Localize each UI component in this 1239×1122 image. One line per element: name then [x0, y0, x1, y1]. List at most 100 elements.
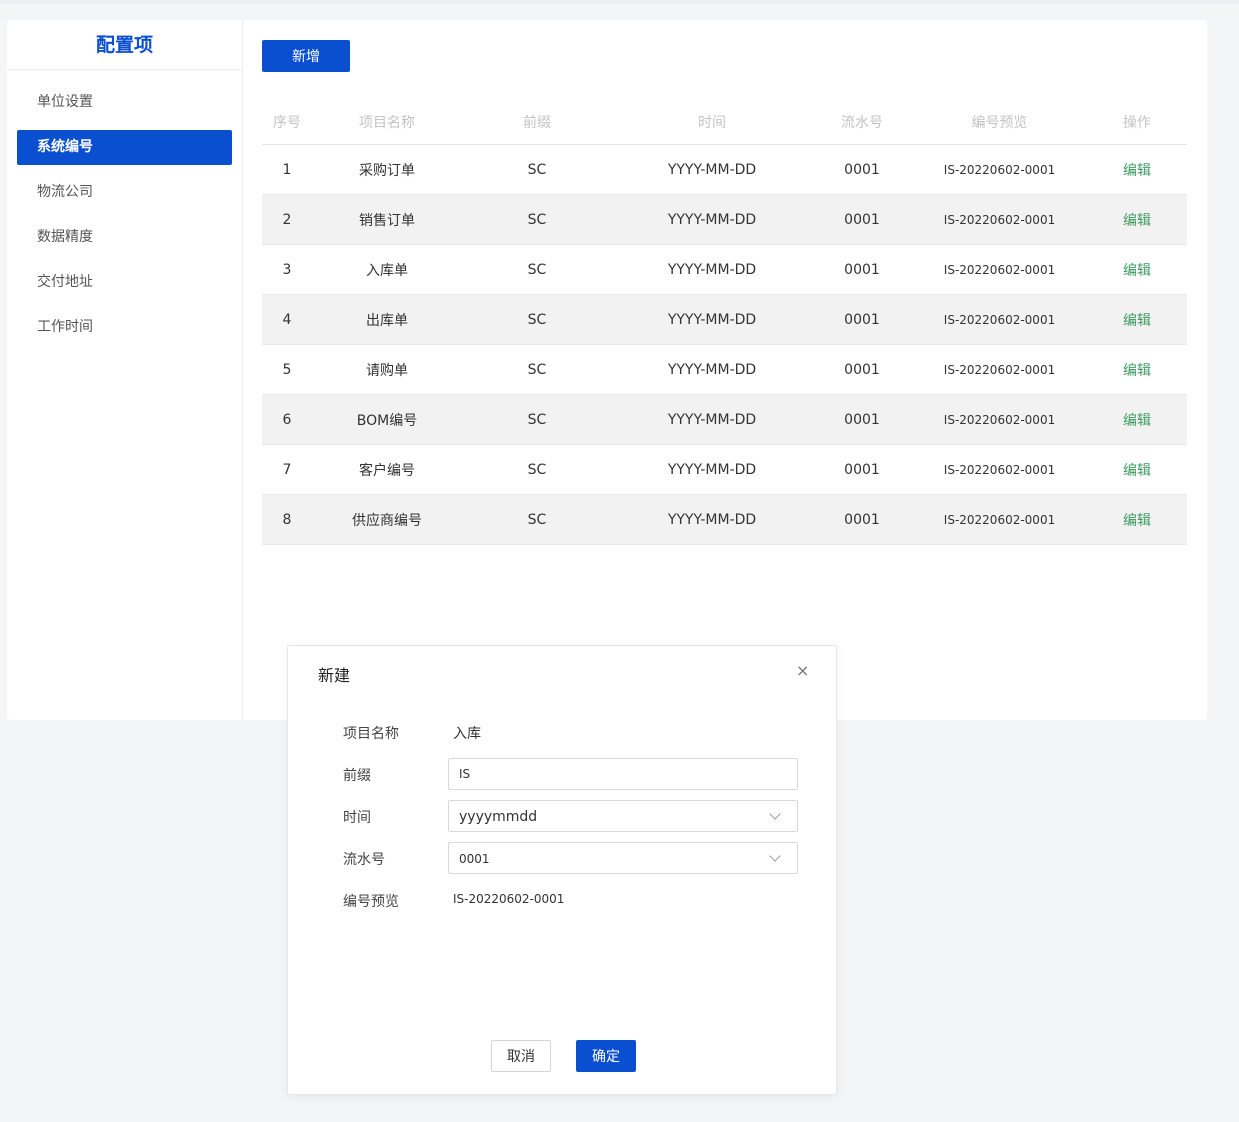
sidebar-item-system-numbering[interactable]: 系统编号 — [17, 130, 232, 165]
preview-value: IS-20220602-0001 — [453, 892, 565, 906]
cell-action: 编辑 — [1087, 460, 1187, 480]
cell-name: 客户编号 — [359, 462, 415, 479]
cell-prefix: SC — [527, 211, 547, 228]
cell-prefix: SC — [527, 161, 547, 178]
header-action: 操作 — [1123, 115, 1151, 131]
cell-no: 8 — [282, 511, 292, 528]
cell-prefix: SC — [527, 411, 547, 428]
cell-prefix: SC — [527, 261, 547, 278]
chevron-down-icon — [769, 850, 781, 862]
edit-link[interactable]: 编辑 — [1123, 413, 1151, 429]
cell-no: 3 — [282, 261, 292, 278]
cell-preview: IS-20220602-0001 — [943, 312, 1056, 327]
cell-name: BOM编号 — [356, 412, 418, 429]
cell-action: 编辑 — [1087, 310, 1187, 330]
cell-serial: 0001 — [844, 311, 880, 328]
header-prefix: 前缀 — [523, 115, 551, 131]
cell-action: 编辑 — [1087, 260, 1187, 280]
cell-preview: IS-20220602-0001 — [943, 512, 1056, 527]
table-row: 8 供应商编号 SC YYYY-MM-DD 0001 IS-20220602-0… — [262, 495, 1187, 545]
header-no: 序号 — [273, 115, 301, 131]
cell-name: 供应商编号 — [352, 512, 422, 529]
cell-preview: IS-20220602-0001 — [943, 412, 1056, 427]
cell-time: YYYY-MM-DD — [667, 411, 757, 428]
cell-action: 编辑 — [1087, 510, 1187, 530]
cell-name: 入库单 — [366, 262, 408, 279]
cell-time: YYYY-MM-DD — [667, 211, 757, 228]
table-row: 5 请购单 SC YYYY-MM-DD 0001 IS-20220602-000… — [262, 345, 1187, 395]
cell-prefix: SC — [527, 361, 547, 378]
table-row: 6 BOM编号 SC YYYY-MM-DD 0001 IS-20220602-0… — [262, 395, 1187, 445]
serial-select-value: 0001 — [459, 852, 490, 866]
sidebar-item-delivery-address[interactable]: 交付地址 — [17, 265, 232, 300]
cell-name: 出库单 — [366, 312, 408, 329]
cell-action: 编辑 — [1087, 160, 1187, 180]
cell-action: 编辑 — [1087, 410, 1187, 430]
cell-preview: IS-20220602-0001 — [943, 212, 1056, 227]
time-select[interactable]: yyyymmdd — [448, 800, 798, 832]
cell-serial: 0001 — [844, 161, 880, 178]
chevron-down-icon — [769, 808, 781, 820]
edit-link[interactable]: 编辑 — [1123, 263, 1151, 279]
cell-serial: 0001 — [844, 361, 880, 378]
cell-serial: 0001 — [844, 211, 880, 228]
cell-serial: 0001 — [844, 511, 880, 528]
header-serial: 流水号 — [841, 115, 883, 131]
serial-label: 流水号 — [343, 852, 385, 868]
cell-preview: IS-20220602-0001 — [943, 162, 1056, 177]
top-strip — [0, 0, 1239, 4]
cell-name: 请购单 — [366, 362, 408, 379]
config-card: 配置项 单位设置 系统编号 物流公司 数据精度 交付地址 工作时间 新增 序号 … — [7, 20, 1207, 720]
cell-time: YYYY-MM-DD — [667, 461, 757, 478]
edit-link[interactable]: 编辑 — [1123, 313, 1151, 329]
cell-time: YYYY-MM-DD — [667, 161, 757, 178]
main-content: 新增 序号 项目名称 前缀 时间 流水号 编号预览 操作 1 采购订单 SC Y… — [262, 20, 1187, 720]
cell-time: YYYY-MM-DD — [667, 361, 757, 378]
confirm-button[interactable]: 确定 — [576, 1040, 636, 1072]
sidebar-item-data-precision[interactable]: 数据精度 — [17, 220, 232, 255]
cell-no: 7 — [282, 461, 292, 478]
preview-label: 编号预览 — [343, 894, 399, 910]
prefix-label: 前缀 — [343, 768, 371, 784]
cell-preview: IS-20220602-0001 — [943, 462, 1056, 477]
serial-select[interactable]: 0001 — [448, 842, 798, 874]
edit-link[interactable]: 编辑 — [1123, 363, 1151, 379]
close-icon[interactable]: × — [796, 661, 809, 680]
cell-serial: 0001 — [844, 261, 880, 278]
table-header: 序号 项目名称 前缀 时间 流水号 编号预览 操作 — [262, 100, 1187, 145]
new-item-dialog: 新建 × 项目名称 入库 前缀 时间 yyyymmdd 流水号 0001 编号预… — [287, 645, 837, 1095]
cancel-button[interactable]: 取消 — [491, 1040, 551, 1072]
header-preview: 编号预览 — [971, 115, 1028, 131]
table-row: 4 出库单 SC YYYY-MM-DD 0001 IS-20220602-000… — [262, 295, 1187, 345]
table-row: 1 采购订单 SC YYYY-MM-DD 0001 IS-20220602-00… — [262, 145, 1187, 195]
table-row: 7 客户编号 SC YYYY-MM-DD 0001 IS-20220602-00… — [262, 445, 1187, 495]
edit-link[interactable]: 编辑 — [1123, 463, 1151, 479]
cell-name: 采购订单 — [359, 162, 415, 179]
cell-no: 1 — [282, 161, 292, 178]
sidebar-item-unit-settings[interactable]: 单位设置 — [17, 85, 232, 120]
add-button[interactable]: 新增 — [262, 40, 350, 72]
sidebar-title: 配置项 — [7, 20, 242, 70]
cell-time: YYYY-MM-DD — [667, 311, 757, 328]
name-value: 入库 — [453, 726, 481, 742]
edit-link[interactable]: 编辑 — [1123, 163, 1151, 179]
numbering-table: 序号 项目名称 前缀 时间 流水号 编号预览 操作 1 采购订单 SC YYYY… — [262, 100, 1187, 545]
prefix-input[interactable] — [448, 758, 798, 790]
table-row: 3 入库单 SC YYYY-MM-DD 0001 IS-20220602-000… — [262, 245, 1187, 295]
cell-action: 编辑 — [1087, 210, 1187, 230]
cell-no: 4 — [282, 311, 292, 328]
cell-time: YYYY-MM-DD — [667, 261, 757, 278]
cell-prefix: SC — [527, 311, 547, 328]
header-name: 项目名称 — [359, 115, 415, 131]
cell-serial: 0001 — [844, 411, 880, 428]
header-time: 时间 — [698, 115, 726, 131]
sidebar-item-working-hours[interactable]: 工作时间 — [17, 310, 232, 345]
edit-link[interactable]: 编辑 — [1123, 213, 1151, 229]
edit-link[interactable]: 编辑 — [1123, 513, 1151, 529]
cell-prefix: SC — [527, 511, 547, 528]
name-label: 项目名称 — [343, 726, 399, 742]
time-label: 时间 — [343, 810, 371, 826]
sidebar-item-logistics-company[interactable]: 物流公司 — [17, 175, 232, 210]
cell-no: 6 — [282, 411, 292, 428]
time-select-value: yyyymmdd — [459, 809, 538, 825]
